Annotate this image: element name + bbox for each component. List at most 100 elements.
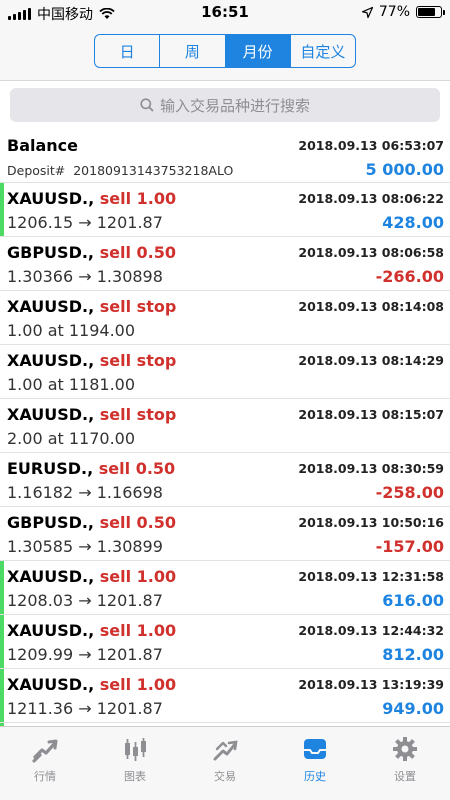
history-row[interactable]: XAUUSD., sell stop 2018.09.13 08:14:08 1.0… bbox=[0, 291, 450, 345]
deal-detail: 1.30585 → 1.30899 bbox=[7, 537, 163, 556]
balance-title: Balance bbox=[7, 136, 78, 155]
symbol: XAUUSD., bbox=[7, 351, 95, 370]
tab-label: 设置 bbox=[394, 770, 416, 783]
deal-profit: -266.00 bbox=[375, 267, 444, 286]
deal-time: 2018.09.13 08:30:59 bbox=[298, 461, 444, 476]
tab-label: 行情 bbox=[34, 770, 56, 783]
deal-time: 2018.09.13 12:31:58 bbox=[298, 569, 444, 584]
tab-trade[interactable]: 交易 bbox=[180, 727, 270, 800]
chart-icon bbox=[125, 738, 146, 761]
deal-title: XAUUSD., sell 1.00 bbox=[7, 675, 176, 694]
history-row[interactable]: XAUUSD., sell stop 2018.09.13 08:14:29 1.0… bbox=[0, 345, 450, 399]
deal-detail: 1208.03 → 1201.87 bbox=[7, 591, 163, 610]
tab-label: 交易 bbox=[214, 770, 236, 783]
period-segmented-control: 日周月份 自定义 bbox=[94, 34, 356, 68]
balance-amount: 5 000.00 bbox=[365, 160, 444, 179]
segment-1[interactable]: 周 bbox=[160, 35, 226, 67]
segment-0[interactable]: 日 bbox=[95, 35, 161, 67]
tab-chart[interactable]: 图表 bbox=[90, 727, 180, 800]
balance-row[interactable]: Balance 2018.09.13 06:53:07 Deposit# 201… bbox=[0, 130, 450, 183]
deal-title: XAUUSD., sell 1.00 bbox=[7, 621, 176, 640]
battery-icon bbox=[416, 6, 445, 18]
battery-percent: 77% bbox=[378, 4, 410, 20]
symbol: XAUUSD., bbox=[7, 189, 95, 208]
deal-action: sell stop bbox=[99, 297, 177, 316]
deal-detail: 1209.99 → 1201.87 bbox=[7, 645, 163, 664]
deal-action: sell 1.00 bbox=[99, 567, 177, 586]
deal-action: sell 1.00 bbox=[99, 675, 177, 694]
tab-gear[interactable]: 设置 bbox=[360, 727, 450, 800]
deal-profit: 812.00 bbox=[382, 645, 444, 664]
deal-profit: 428.00 bbox=[382, 213, 444, 232]
tab-bar: 行情 图表 交易 历史 设置 bbox=[0, 726, 450, 800]
search-area: 输入交易品种进行搜索 bbox=[0, 80, 450, 130]
deal-detail: 1.16182 → 1.16698 bbox=[7, 483, 163, 502]
deal-title: XAUUSD., sell stop bbox=[7, 405, 176, 424]
history-row[interactable]: XAUUSD., sell 1.00 2018.09.13 12:31:58 120… bbox=[0, 561, 450, 615]
location-arrow-icon bbox=[361, 6, 373, 18]
trade-icon bbox=[213, 740, 238, 761]
deal-time: 2018.09.13 12:44:32 bbox=[298, 623, 444, 638]
history-row[interactable]: XAUUSD., sell stop 2018.09.13 08:15:07 2.0… bbox=[0, 399, 450, 453]
deal-title: GBPUSD., sell 0.50 bbox=[7, 243, 176, 262]
search-input[interactable]: 输入交易品种进行搜索 bbox=[10, 88, 440, 122]
segment-3[interactable]: 自定义 bbox=[291, 35, 355, 67]
tab-history[interactable]: 历史 bbox=[270, 727, 360, 800]
symbol: EURUSD., bbox=[7, 459, 94, 478]
deal-time: 2018.09.13 08:14:29 bbox=[298, 353, 444, 368]
symbol: XAUUSD., bbox=[7, 405, 95, 424]
symbol: XAUUSD., bbox=[7, 297, 95, 316]
deal-title: XAUUSD., sell 1.00 bbox=[7, 567, 176, 586]
history-row[interactable]: GBPUSD., sell 0.50 2018.09.13 10:50:16 1.3… bbox=[0, 507, 450, 561]
deal-title: XAUUSD., sell stop bbox=[7, 351, 176, 370]
tab-quotes[interactable]: 行情 bbox=[0, 727, 90, 800]
deal-time: 2018.09.13 08:06:58 bbox=[298, 245, 444, 260]
balance-time: 2018.09.13 06:53:07 bbox=[298, 138, 444, 153]
history-row[interactable]: GBPUSD., sell 0.50 2018.09.13 08:06:58 1.3… bbox=[0, 237, 450, 291]
deposit-id: Deposit# 20180913143753218ALO bbox=[7, 163, 234, 178]
deal-action: sell 1.00 bbox=[99, 621, 177, 640]
status-right: 77% bbox=[361, 4, 445, 20]
history-row[interactable]: XAUUSD., sell 1.00 2018.09.13 08:06:22 120… bbox=[0, 183, 450, 237]
status-bar: 中国移动 16:51 77% bbox=[0, 0, 450, 26]
tab-label: 图表 bbox=[124, 770, 146, 783]
symbol: GBPUSD., bbox=[7, 513, 95, 532]
deal-action: sell 0.50 bbox=[98, 459, 176, 478]
deal-action: sell stop bbox=[99, 405, 177, 424]
battery-fill bbox=[418, 8, 435, 16]
symbol: XAUUSD., bbox=[7, 675, 95, 694]
deal-detail: 1206.15 → 1201.87 bbox=[7, 213, 163, 232]
deal-time: 2018.09.13 08:14:08 bbox=[298, 299, 444, 314]
profit-marker bbox=[0, 615, 4, 668]
deal-action: sell 1.00 bbox=[99, 189, 177, 208]
period-nav: 日周月份 自定义 bbox=[0, 26, 450, 80]
symbol: GBPUSD., bbox=[7, 243, 95, 262]
segment-2[interactable]: 月份 bbox=[225, 35, 291, 67]
deal-title: XAUUSD., sell stop bbox=[7, 297, 176, 316]
history-icon bbox=[304, 739, 326, 759]
deal-detail: 1.00 at 1194.00 bbox=[7, 321, 136, 340]
deal-detail: 2.00 at 1170.00 bbox=[7, 429, 136, 448]
deal-title: XAUUSD., sell 1.00 bbox=[7, 189, 176, 208]
search-placeholder: 输入交易品种进行搜索 bbox=[159, 96, 310, 115]
history-row[interactable]: XAUUSD., sell 1.00 2018.09.13 12:44:32 120… bbox=[0, 615, 450, 669]
deal-action: sell 0.50 bbox=[99, 513, 176, 532]
symbol: XAUUSD., bbox=[7, 621, 95, 640]
deal-time: 2018.09.13 13:19:39 bbox=[298, 677, 444, 692]
quotes-icon bbox=[32, 739, 58, 763]
deal-action: sell stop bbox=[99, 351, 177, 370]
history-row[interactable]: EURUSD., sell 0.50 2018.09.13 08:30:59 1.1… bbox=[0, 453, 450, 507]
symbol: XAUUSD., bbox=[7, 567, 95, 586]
deal-time: 2018.09.13 10:50:16 bbox=[298, 515, 444, 530]
deal-profit: -157.00 bbox=[375, 537, 444, 556]
deal-profit: 616.00 bbox=[382, 591, 444, 610]
deal-profit: 949.00 bbox=[382, 699, 444, 718]
deal-title: GBPUSD., sell 0.50 bbox=[7, 513, 176, 532]
history-row[interactable]: XAUUSD., sell 1.00 2018.09.13 13:19:39 121… bbox=[0, 669, 450, 723]
search-icon bbox=[140, 98, 154, 112]
deal-detail: 1.30366 → 1.30898 bbox=[7, 267, 163, 286]
profit-marker bbox=[0, 561, 4, 614]
deal-action: sell 0.50 bbox=[99, 243, 176, 262]
deal-title: EURUSD., sell 0.50 bbox=[7, 459, 175, 478]
deal-profit: -258.00 bbox=[375, 483, 444, 502]
